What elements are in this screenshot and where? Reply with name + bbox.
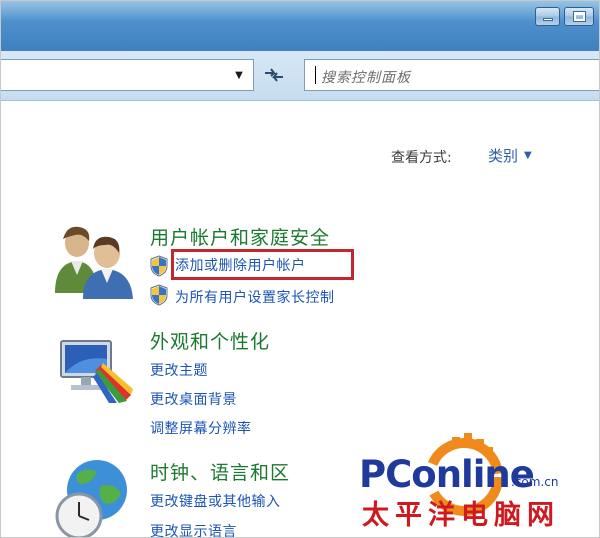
address-bar[interactable] bbox=[1, 59, 254, 91]
change-desktop-background-link[interactable]: 更改桌面背景 bbox=[150, 389, 237, 409]
refresh-icon bbox=[265, 68, 283, 82]
title-bar-glare bbox=[1, 1, 599, 21]
search-input[interactable]: 搜索控制面板 bbox=[304, 59, 599, 91]
view-by-dropdown[interactable]: 类别 ▼ bbox=[488, 145, 532, 166]
adjust-screen-resolution-link[interactable]: 调整屏幕分辨率 bbox=[150, 418, 252, 438]
change-theme-link[interactable]: 更改主题 bbox=[150, 360, 208, 380]
control-panel-window: ▼ 搜索控制面板 查看方式: 类别 ▼ 用户帐户和家庭安全 添加或删除用户帐户 … bbox=[0, 0, 600, 538]
maximize-icon bbox=[572, 11, 586, 22]
appearance-icon bbox=[60, 340, 133, 403]
text-caret bbox=[315, 66, 316, 84]
highlight-box bbox=[171, 249, 354, 280]
minimize-icon bbox=[542, 18, 553, 21]
users-icon bbox=[55, 226, 133, 299]
view-by-value: 类别 bbox=[488, 147, 519, 165]
category-title-users[interactable]: 用户帐户和家庭安全 bbox=[150, 223, 330, 250]
watermark-chinese-name: 太平洋电脑网 bbox=[362, 500, 560, 531]
maximize-button[interactable] bbox=[564, 7, 594, 26]
parental-controls-link[interactable]: 为所有用户设置家长控制 bbox=[175, 287, 335, 307]
refresh-button[interactable] bbox=[259, 61, 289, 89]
minimize-button[interactable] bbox=[535, 7, 560, 26]
change-display-language-link[interactable]: 更改显示语言 bbox=[150, 521, 237, 537]
change-keyboard-input-link[interactable]: 更改键盘或其他输入 bbox=[150, 491, 281, 511]
shield-icon bbox=[150, 255, 168, 277]
search-placeholder: 搜索控制面板 bbox=[321, 70, 411, 86]
title-bar bbox=[1, 1, 599, 51]
view-by-label: 查看方式: bbox=[391, 150, 452, 166]
shield-icon bbox=[150, 284, 168, 306]
watermark-domain: .com.cn bbox=[511, 475, 559, 489]
category-title-clock-language-region[interactable]: 时钟、语言和区 bbox=[150, 458, 290, 485]
watermark-word: PConline bbox=[359, 453, 535, 496]
caret-down-icon: ▼ bbox=[524, 150, 532, 161]
category-title-appearance[interactable]: 外观和个性化 bbox=[150, 327, 270, 354]
address-dropdown-button[interactable]: ▼ bbox=[230, 63, 248, 87]
chevron-down-icon: ▼ bbox=[235, 69, 243, 81]
clock-globe-icon bbox=[55, 460, 127, 537]
navigation-bar: ▼ 搜索控制面板 bbox=[1, 51, 599, 101]
